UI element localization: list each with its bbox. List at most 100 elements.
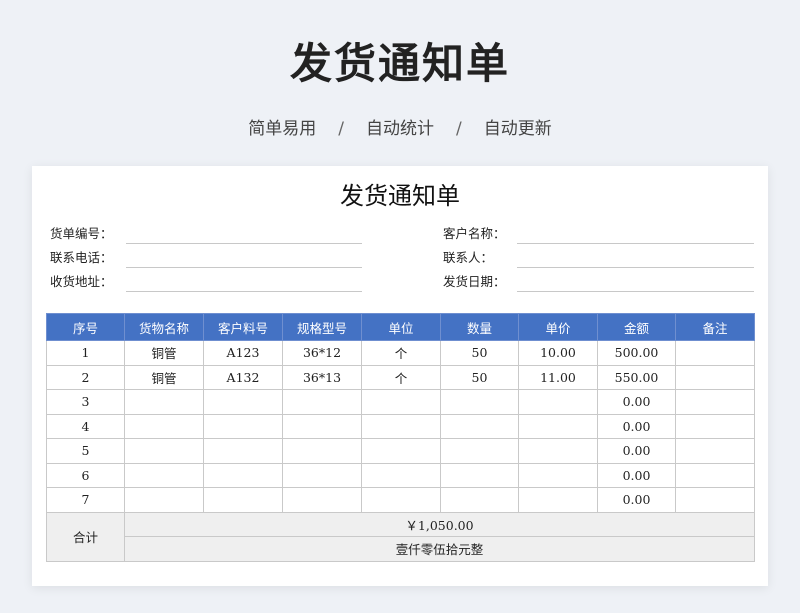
cell-remarks[interactable] — [675, 487, 755, 513]
cell-unit[interactable] — [361, 438, 441, 464]
total-row: 合计 ￥1,050.00 — [46, 511, 755, 562]
cell-unit-price[interactable] — [518, 413, 598, 439]
cell-remarks[interactable] — [675, 438, 755, 464]
total-amount[interactable]: ￥1,050.00 — [124, 511, 755, 537]
cell-unit[interactable]: 个 — [361, 364, 441, 390]
cell-unit[interactable] — [361, 389, 441, 415]
cell-goods-name[interactable] — [124, 487, 204, 513]
cell-remarks[interactable] — [675, 340, 755, 366]
cell-goods-name[interactable] — [124, 389, 204, 415]
header-unit[interactable]: 单位 — [361, 313, 441, 341]
table-row: 3 0.00 — [46, 389, 755, 415]
header-spec-model[interactable]: 规格型号 — [282, 313, 362, 341]
cell-goods-name[interactable]: 铜管 — [124, 340, 204, 366]
cell-customer-part-no[interactable] — [203, 438, 283, 464]
cell-spec-model[interactable]: 36*12 — [282, 340, 362, 366]
phone-input[interactable] — [126, 267, 362, 268]
cell-quantity[interactable]: 50 — [440, 364, 519, 390]
cell-index[interactable]: 6 — [46, 462, 125, 488]
cell-amount[interactable]: 0.00 — [597, 487, 676, 513]
feature-tagline: 简单易用 / 自动统计 / 自动更新 — [0, 114, 800, 139]
header-index[interactable]: 序号 — [46, 313, 125, 341]
header-unit-price[interactable]: 单价 — [518, 313, 598, 341]
cell-unit-price[interactable]: 11.00 — [518, 364, 598, 390]
cell-unit[interactable] — [361, 462, 441, 488]
cell-customer-part-no[interactable] — [203, 413, 283, 439]
cell-unit-price[interactable] — [518, 438, 598, 464]
cell-spec-model[interactable] — [282, 487, 362, 513]
separator: / — [456, 119, 462, 139]
cell-remarks[interactable] — [675, 364, 755, 390]
field-label: 收货地址： — [50, 274, 113, 289]
cell-amount[interactable]: 0.00 — [597, 462, 676, 488]
total-in-words[interactable]: 壹仟零伍拾元整 — [124, 536, 755, 562]
header-remarks[interactable]: 备注 — [675, 313, 755, 341]
separator: / — [338, 119, 344, 139]
cell-spec-model[interactable] — [282, 413, 362, 439]
cell-remarks[interactable] — [675, 413, 755, 439]
cell-customer-part-no[interactable] — [203, 487, 283, 513]
header-customer-part-no[interactable]: 客户料号 — [203, 313, 283, 341]
cell-spec-model[interactable] — [282, 438, 362, 464]
cell-amount[interactable]: 550.00 — [597, 364, 676, 390]
field-address: 收货地址： — [50, 272, 362, 294]
cell-goods-name[interactable] — [124, 413, 204, 439]
table-row: 2 铜管 A132 36*13 个 50 11.00 550.00 — [46, 364, 755, 390]
cell-index[interactable]: 2 — [46, 364, 125, 390]
field-label: 客户名称： — [443, 226, 506, 241]
cell-index[interactable]: 4 — [46, 413, 125, 439]
feature-easy: 简单易用 — [248, 119, 317, 139]
cell-index[interactable]: 3 — [46, 389, 125, 415]
table-row: 6 0.00 — [46, 462, 755, 488]
cell-quantity[interactable] — [440, 389, 519, 415]
cell-unit[interactable] — [361, 413, 441, 439]
document-title: 发货通知单 — [340, 182, 460, 210]
field-customer-name: 客户名称： — [443, 224, 754, 246]
spreadsheet-sheet: 发货通知单 货单编号： 联系电话： 收货地址： 客户名称： 联系人： 发货日期：… — [32, 166, 768, 586]
cell-customer-part-no[interactable] — [203, 462, 283, 488]
cell-goods-name[interactable]: 铜管 — [124, 364, 204, 390]
cell-quantity[interactable] — [440, 413, 519, 439]
address-input[interactable] — [126, 291, 362, 292]
cell-amount[interactable]: 0.00 — [597, 413, 676, 439]
cell-amount[interactable]: 0.00 — [597, 389, 676, 415]
header-quantity[interactable]: 数量 — [440, 313, 519, 341]
header-goods-name[interactable]: 货物名称 — [124, 313, 204, 341]
cell-quantity[interactable] — [440, 462, 519, 488]
field-label: 发货日期： — [443, 274, 506, 289]
cell-customer-part-no[interactable]: A123 — [203, 340, 283, 366]
field-label: 联系电话： — [50, 250, 113, 265]
cell-unit-price[interactable] — [518, 389, 598, 415]
cell-spec-model[interactable] — [282, 462, 362, 488]
cell-goods-name[interactable] — [124, 462, 204, 488]
customer-name-input[interactable] — [517, 243, 754, 244]
cell-quantity[interactable] — [440, 438, 519, 464]
cell-goods-name[interactable] — [124, 438, 204, 464]
cell-index[interactable]: 1 — [46, 340, 125, 366]
cell-spec-model[interactable] — [282, 389, 362, 415]
cell-customer-part-no[interactable] — [203, 389, 283, 415]
cell-remarks[interactable] — [675, 462, 755, 488]
page-title: 发货通知单 — [289, 39, 510, 88]
cell-unit[interactable] — [361, 487, 441, 513]
cell-quantity[interactable]: 50 — [440, 340, 519, 366]
cell-unit-price[interactable] — [518, 487, 598, 513]
cell-remarks[interactable] — [675, 389, 755, 415]
cell-spec-model[interactable]: 36*13 — [282, 364, 362, 390]
cell-unit[interactable]: 个 — [361, 340, 441, 366]
ship-date-input[interactable] — [517, 291, 754, 292]
cell-unit-price[interactable] — [518, 462, 598, 488]
header-amount[interactable]: 金额 — [597, 313, 676, 341]
total-label[interactable]: 合计 — [46, 511, 125, 562]
cell-quantity[interactable] — [440, 487, 519, 513]
cell-unit-price[interactable]: 10.00 — [518, 340, 598, 366]
order-number-input[interactable] — [126, 243, 362, 244]
cell-amount[interactable]: 0.00 — [597, 438, 676, 464]
cell-index[interactable]: 5 — [46, 438, 125, 464]
cell-customer-part-no[interactable]: A132 — [203, 364, 283, 390]
contact-input[interactable] — [517, 267, 754, 268]
table-row: 5 0.00 — [46, 438, 755, 464]
cell-amount[interactable]: 500.00 — [597, 340, 676, 366]
cell-index[interactable]: 7 — [46, 487, 125, 513]
total-words-row: 壹仟零伍拾元整 — [47, 536, 755, 562]
